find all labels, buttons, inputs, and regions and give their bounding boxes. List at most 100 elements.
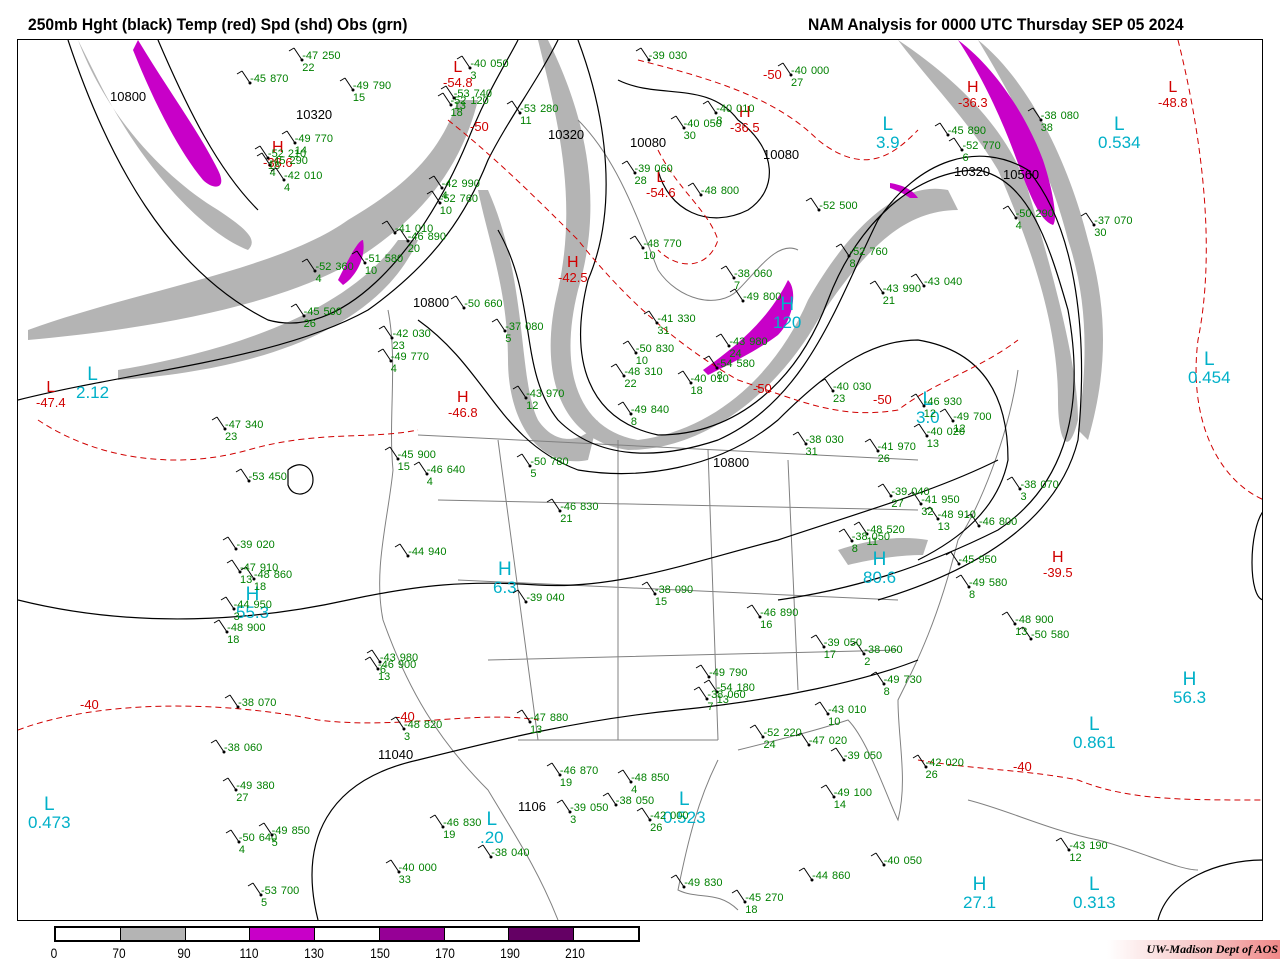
wind-barb-icon xyxy=(636,807,652,822)
center-value: 0.313 xyxy=(1073,893,1116,912)
wind-barb-icon xyxy=(1007,476,1022,491)
obs-height: 030 xyxy=(668,50,688,62)
obs-height: 660 xyxy=(484,298,503,311)
station-observation: -38 090 15 xyxy=(641,581,697,608)
station-observation: -48 900 13 xyxy=(1001,611,1057,639)
wind-barb-icon xyxy=(556,799,572,814)
wind-barb-icon xyxy=(224,694,240,709)
legend-tick: 70 xyxy=(112,945,126,961)
obs-height: 890 xyxy=(780,606,799,619)
station-observation: -45 900 15 xyxy=(384,446,440,473)
obs-dewpoint-depression: 3 xyxy=(1020,490,1027,503)
wind-barb-icon xyxy=(617,401,633,416)
obs-dewpoint-depression: 10 xyxy=(643,250,656,263)
wind-barb-icon xyxy=(236,70,252,85)
wind-barb-icon xyxy=(611,363,626,378)
station-observation: -48 800 xyxy=(687,182,743,198)
obs-height: 060 xyxy=(243,742,263,755)
obs-temperature: -44 xyxy=(233,599,250,612)
obs-temperature: -50 xyxy=(635,343,652,356)
obs-temperature: -53 xyxy=(520,102,537,115)
credit-label: UW-Madison Dept of AOS xyxy=(1106,940,1280,959)
center-value: -39.5 xyxy=(1043,565,1073,580)
obs-temperature: -54 xyxy=(716,358,733,371)
wind-barb-icon xyxy=(838,528,854,543)
obs-temperature: -52 xyxy=(763,726,780,739)
station-observation: -45 890 xyxy=(934,122,990,137)
obs-temperature: -49 xyxy=(833,787,850,800)
obs-dewpoint-depression: 13 xyxy=(1015,626,1028,639)
obs-height: 000 xyxy=(810,65,830,78)
obs-height: 450 xyxy=(268,471,287,484)
obs-height: 040 xyxy=(943,275,963,288)
obs-temperature: -42 xyxy=(925,757,942,770)
wind-barb-icon xyxy=(440,85,456,100)
obs-dewpoint-depression: 8 xyxy=(716,114,723,127)
obs-height: 050 xyxy=(871,531,891,544)
obs-height: 770 xyxy=(982,140,1001,153)
center-value: 0.534 xyxy=(1098,133,1141,152)
station-observation: -43 040 xyxy=(910,273,966,288)
station-observation: -38 060 2 xyxy=(851,641,906,668)
obs-temperature: -40 xyxy=(716,102,733,115)
station-observation: -46 800 xyxy=(965,513,1021,528)
center-value: 2.12 xyxy=(76,383,110,402)
obs-dewpoint-depression: 14 xyxy=(833,799,846,812)
wind-barb-icon xyxy=(512,386,528,400)
station-observation: -48 770 10 xyxy=(630,235,685,263)
obs-temperature: -49 xyxy=(294,132,311,145)
obs-temperature: -51 xyxy=(364,253,381,266)
obs-temperature: -48 xyxy=(643,238,660,251)
station-observation: -50 830 10 xyxy=(622,340,678,367)
height-contour-label: 10320 xyxy=(954,164,991,179)
station-observation: -49 790 15 xyxy=(339,77,395,104)
station-observation: -39 040 27 xyxy=(878,483,933,510)
obs-dewpoint-depression: 12 xyxy=(923,408,937,421)
obs-dewpoint-depression: 33 xyxy=(398,874,411,887)
obs-dewpoint-depression: 12 xyxy=(1069,851,1082,864)
obs-height: 850 xyxy=(291,824,310,837)
station-observation: -46 830 21 xyxy=(546,498,602,525)
obs-dewpoint-depression: 24 xyxy=(763,738,776,751)
obs-dewpoint-depression: 23 xyxy=(225,430,238,443)
wind-barb-icon xyxy=(820,784,836,799)
station-observation: -39 020 xyxy=(223,536,278,551)
obs-dewpoint-depression: 15 xyxy=(397,460,410,473)
center-value: 120 xyxy=(773,313,802,332)
obs-dewpoint-depression: 4 xyxy=(441,189,448,202)
obs-dewpoint-depression: 21 xyxy=(882,295,895,308)
station-observation: -39 050 xyxy=(830,747,886,762)
obs-dewpoint-depression: 3 xyxy=(233,611,240,624)
wind-barb-icon xyxy=(270,167,286,182)
obs-temperature: -49 xyxy=(709,666,726,679)
height-contour-label: 1106 xyxy=(518,799,546,814)
center-type: H xyxy=(457,389,469,406)
center-value: 80.6 xyxy=(863,568,897,587)
obs-temperature: -52 xyxy=(267,147,284,160)
obs-temperature: -38 xyxy=(654,584,671,597)
obs-dewpoint-depression: 28 xyxy=(634,174,647,187)
wind-barb-icon xyxy=(223,777,238,792)
wind-barb-icon xyxy=(235,468,251,483)
center-value: -36.3 xyxy=(958,95,988,110)
obs-height: 950 xyxy=(253,599,272,612)
wind-barb-icon xyxy=(731,890,747,904)
obs-temperature: -41 xyxy=(877,441,894,454)
station-observation: -39 050 17 xyxy=(810,634,866,661)
wind-barb-icon xyxy=(910,273,926,288)
wind-barb-icon xyxy=(302,258,317,273)
obs-dewpoint-depression: 4 xyxy=(284,182,291,195)
obs-temperature: -52 xyxy=(962,140,979,153)
height-contour-label: 10800 xyxy=(413,295,450,310)
obs-temperature: -48 xyxy=(227,621,244,634)
center-value: 0.454 xyxy=(1188,368,1231,387)
obs-dewpoint-depression: 17 xyxy=(823,648,837,661)
station-observation: -40 000 33 xyxy=(385,859,441,887)
center-type: L xyxy=(882,114,894,135)
obs-temperature: -38 xyxy=(615,794,632,807)
obs-height: 800 xyxy=(720,185,740,198)
obs-temperature: -46 xyxy=(559,764,576,777)
obs-height: 950 xyxy=(978,553,997,566)
obs-height: 700 xyxy=(280,884,300,897)
station-observation: -46 870 19 xyxy=(546,762,602,789)
